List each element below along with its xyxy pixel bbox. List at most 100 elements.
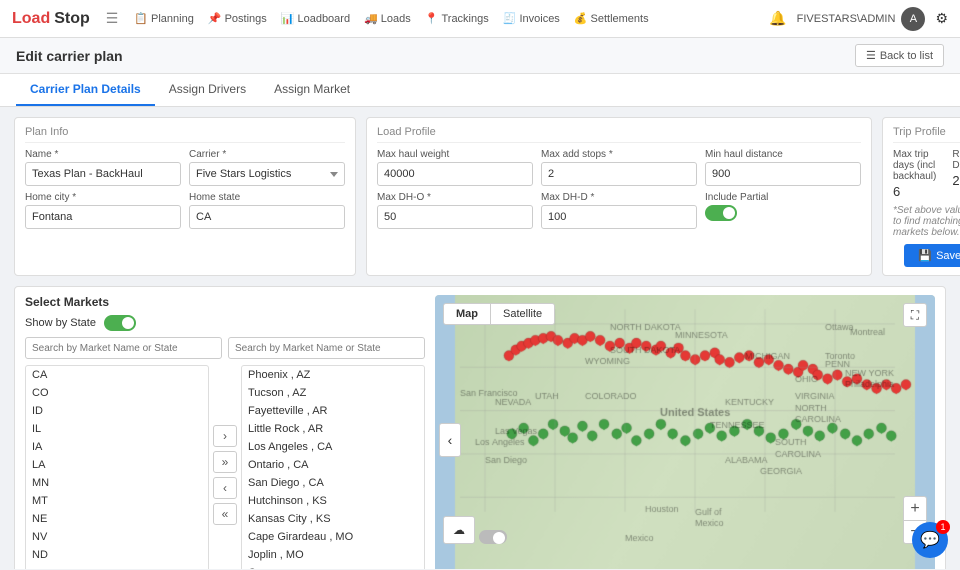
- lists-row: CACOIDILIALAMNMTNENVND › » ‹ « Phoenix ,…: [25, 365, 425, 569]
- list-item[interactable]: MT: [26, 492, 208, 510]
- left-search-input[interactable]: [25, 337, 222, 359]
- map-canvas: [435, 295, 935, 569]
- max-dh-o-input[interactable]: [377, 205, 533, 229]
- show-by-state-toggle[interactable]: [104, 315, 136, 331]
- plan-name-input[interactable]: [25, 162, 181, 186]
- transfer-right-button[interactable]: ›: [213, 425, 237, 447]
- list-item[interactable]: Ontario , CA: [242, 456, 424, 474]
- plan-name-group: Name *: [25, 149, 181, 186]
- sub-header: Edit carrier plan ☰ Back to list: [0, 38, 960, 74]
- list-item[interactable]: NE: [26, 510, 208, 528]
- hamburger-icon[interactable]: ☰: [106, 10, 119, 27]
- load-row2: Max DH-O * Max DH-D * Include Partial: [377, 192, 861, 229]
- chat-badge: 1: [936, 520, 950, 534]
- carrier-group: Carrier * Five Stars Logistics: [189, 149, 345, 186]
- include-partial-toggle[interactable]: [705, 205, 737, 221]
- list-item[interactable]: Cape Girardeau , MO: [242, 528, 424, 546]
- map-layer-button[interactable]: ☁: [443, 516, 475, 544]
- list-item[interactable]: Los Angeles , CA: [242, 438, 424, 456]
- tabs-row: Carrier Plan Details Assign Drivers Assi…: [0, 74, 960, 107]
- trip-row: Max trip days (incl backhaul) 6 Rest Day…: [893, 149, 960, 199]
- nav-invoices[interactable]: 🧾 Invoices: [503, 12, 560, 25]
- max-add-stops-input[interactable]: [541, 162, 697, 186]
- list-item[interactable]: Little Rock , AR: [242, 420, 424, 438]
- nav-settlements[interactable]: 💰 Settlements: [574, 12, 649, 25]
- save-button[interactable]: 💾 Save: [904, 244, 960, 267]
- list-item[interactable]: IA: [26, 438, 208, 456]
- list-item[interactable]: ND: [26, 546, 208, 564]
- plan-info-card: Plan Info Name * Carrier * Five Stars Lo…: [14, 117, 356, 276]
- selected-markets-list[interactable]: Phoenix , AZTucson , AZFayetteville , AR…: [241, 365, 425, 569]
- transfer-all-right-button[interactable]: »: [213, 451, 237, 473]
- min-haul-distance-label: Min haul distance: [705, 149, 861, 160]
- list-item[interactable]: Fayetteville , AR: [242, 402, 424, 420]
- max-dh-d-input[interactable]: [541, 205, 697, 229]
- tab-assign-market[interactable]: Assign Market: [260, 74, 364, 106]
- list-item[interactable]: Hutchinson , KS: [242, 492, 424, 510]
- list-item[interactable]: CA: [26, 366, 208, 384]
- map-zoom-in-button[interactable]: +: [903, 496, 927, 520]
- list-item[interactable]: MN: [26, 474, 208, 492]
- trip-profile-card: Trip Profile Max trip days (incl backhau…: [882, 117, 960, 276]
- hint-text: *Set above values to find matching marke…: [893, 205, 960, 238]
- home-state-input[interactable]: [189, 205, 345, 229]
- header: LoadStop ☰ 📋 Planning 📌 Postings 📊 Loadb…: [0, 0, 960, 38]
- max-dh-d-label: Max DH-D *: [541, 192, 697, 203]
- transfer-all-left-button[interactable]: «: [213, 503, 237, 525]
- transfer-buttons: › » ‹ «: [213, 365, 237, 569]
- list-item[interactable]: Kansas City , KS: [242, 510, 424, 528]
- nav-trackings[interactable]: 📍 Trackings: [425, 12, 489, 25]
- list-item[interactable]: Tucson , AZ: [242, 384, 424, 402]
- user-info[interactable]: FIVESTARS\ADMIN A: [797, 7, 926, 31]
- show-by-state-label: Show by State: [25, 317, 96, 329]
- main-content: Plan Info Name * Carrier * Five Stars Lo…: [0, 107, 960, 569]
- nav-postings[interactable]: 📌 Postings: [208, 12, 267, 25]
- back-to-list-button[interactable]: ☰ Back to list: [855, 44, 944, 67]
- right-search-input[interactable]: [228, 337, 425, 359]
- list-item[interactable]: Cane: [242, 564, 424, 569]
- nav-loadboard[interactable]: 📊 Loadboard: [281, 12, 350, 25]
- min-haul-distance-group: Min haul distance: [705, 149, 861, 186]
- map-toolbar: Map Satellite: [443, 303, 555, 325]
- min-haul-distance-input[interactable]: [705, 162, 861, 186]
- carrier-select[interactable]: Five Stars Logistics: [189, 162, 345, 186]
- list-item[interactable]: San Diego , CA: [242, 474, 424, 492]
- search-row: [25, 337, 425, 359]
- list-item[interactable]: Joplin , MO: [242, 546, 424, 564]
- cards-row: Plan Info Name * Carrier * Five Stars Lo…: [14, 117, 946, 276]
- chat-button[interactable]: 💬 1: [912, 522, 948, 558]
- list-item[interactable]: LA: [26, 456, 208, 474]
- nav-loads[interactable]: 🚚 Loads: [364, 12, 411, 25]
- tab-carrier-plan-details[interactable]: Carrier Plan Details: [16, 74, 155, 106]
- list-item[interactable]: IL: [26, 420, 208, 438]
- rest-days-label: Rest Days: [952, 149, 960, 171]
- planning-icon: 📋: [134, 12, 148, 25]
- max-dh-o-label: Max DH-O *: [377, 192, 533, 203]
- home-state-label: Home state: [189, 192, 345, 203]
- home-city-group: Home city *: [25, 192, 181, 229]
- map-layer-toggle[interactable]: [479, 530, 507, 544]
- max-dh-o-group: Max DH-O *: [377, 192, 533, 229]
- map-nav-left-button[interactable]: ‹: [439, 423, 461, 457]
- home-city-input[interactable]: [25, 205, 181, 229]
- list-item[interactable]: NV: [26, 528, 208, 546]
- logo[interactable]: LoadStop: [12, 10, 90, 28]
- tab-assign-drivers[interactable]: Assign Drivers: [155, 74, 260, 106]
- transfer-left-button[interactable]: ‹: [213, 477, 237, 499]
- list-item[interactable]: CO: [26, 384, 208, 402]
- max-haul-weight-input[interactable]: [377, 162, 533, 186]
- settings-icon[interactable]: ⚙: [935, 10, 948, 27]
- markets-section: Select Markets Show by State CACOIDILIAL…: [14, 286, 946, 569]
- map-tab-map[interactable]: Map: [443, 303, 490, 325]
- postings-icon: 📌: [208, 12, 222, 25]
- list-item[interactable]: ID: [26, 402, 208, 420]
- selected-markets-wrap: Phoenix , AZTucson , AZFayetteville , AR…: [241, 365, 425, 569]
- list-item[interactable]: Phoenix , AZ: [242, 366, 424, 384]
- nav-planning[interactable]: 📋 Planning: [134, 12, 194, 25]
- available-markets-list[interactable]: CACOIDILIALAMNMTNENVND: [25, 365, 209, 569]
- bell-icon[interactable]: 🔔: [769, 10, 786, 27]
- map-tab-satellite[interactable]: Satellite: [490, 303, 555, 325]
- map-expand-button[interactable]: ⛶: [903, 303, 927, 327]
- markets-title: Select Markets: [25, 295, 109, 309]
- plan-name-carrier-row: Name * Carrier * Five Stars Logistics: [25, 149, 345, 186]
